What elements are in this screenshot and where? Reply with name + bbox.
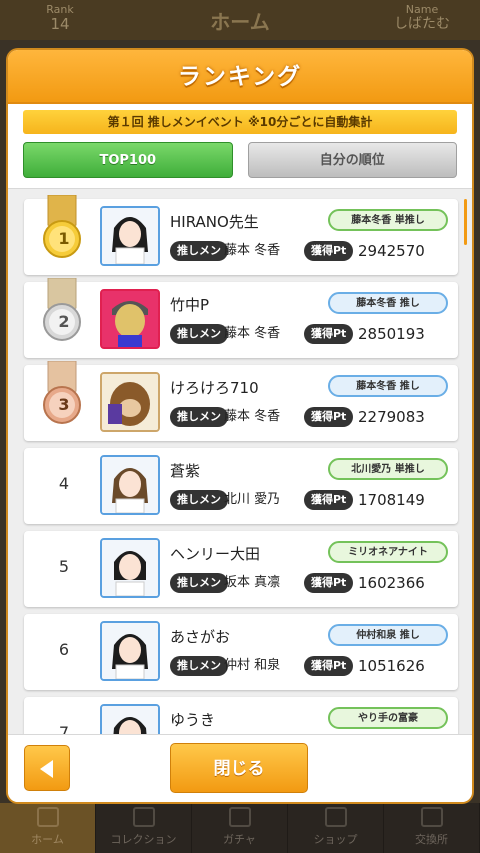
ranking-row[interactable]: 2 竹中P 藤本冬香 推し 推しメン 藤本 冬香 獲得Pt 2850193 xyxy=(24,278,458,358)
title-tag: 仲村和泉 推し xyxy=(328,624,448,646)
push-member: 藤本 冬香 xyxy=(224,326,281,341)
close-button[interactable]: 閉じる xyxy=(170,743,308,793)
title-tag: 北川愛乃 単推し xyxy=(328,458,448,480)
push-member: 仲村 和泉 xyxy=(224,658,281,673)
cart-icon xyxy=(324,807,347,827)
points-value: 1051626 xyxy=(358,657,425,675)
points-value: 2850193 xyxy=(358,325,425,343)
tab-my-rank[interactable]: 自分の順位 xyxy=(247,142,457,178)
player-name: HIRANO先生 xyxy=(170,213,259,231)
home-icon xyxy=(36,807,59,827)
player-name: あさがお xyxy=(170,628,231,646)
ranking-tabs: TOP100 自分の順位 xyxy=(23,142,457,178)
points-label: 獲得Pt xyxy=(304,241,354,261)
rank-number: 3 xyxy=(58,395,70,414)
player-name: ヘンリー大田 xyxy=(170,545,261,563)
event-banner: 第１回 推しメンイベント ※10分ごとに自動集計 xyxy=(23,110,457,134)
avatar xyxy=(100,621,160,681)
points-label: 獲得Pt xyxy=(304,656,354,676)
rank-number: 1 xyxy=(58,229,70,248)
ranking-row[interactable]: 6 あさがお 仲村和泉 推し 推しメン 仲村 和泉 獲得Pt 1051626 xyxy=(24,614,458,690)
nav-label: ガチャ xyxy=(223,833,256,846)
tab-top100[interactable]: TOP100 xyxy=(23,142,233,178)
rank-number: 4 xyxy=(58,474,70,493)
points-value: 2279083 xyxy=(358,408,425,426)
points-value: 2942570 xyxy=(358,242,425,260)
arrow-left-icon xyxy=(40,760,53,778)
ranking-row[interactable]: 5 ヘンリー大田 ミリオネアナイト 推しメン 坂本 真凛 獲得Pt 160236… xyxy=(24,531,458,607)
scrollbar[interactable] xyxy=(464,199,467,245)
ranking-list[interactable]: 1 HIRANO先生 藤本冬香 単推し 推しメン 藤本 冬香 獲得Pt 2942… xyxy=(8,188,472,734)
push-label: 推しメン xyxy=(170,324,228,344)
bottom-nav: ホーム コレクション ガチャ ショップ 交換所 xyxy=(0,803,480,853)
push-member: 北川 愛乃 xyxy=(224,492,281,507)
nav-collection[interactable]: コレクション xyxy=(96,803,192,853)
avatar xyxy=(100,455,160,515)
rank-number: 5 xyxy=(58,557,70,576)
title-tag: ミリオネアナイト xyxy=(328,541,448,563)
push-member: 坂本 真凛 xyxy=(224,575,281,590)
push-label: 推しメン xyxy=(170,490,228,510)
gacha-icon xyxy=(228,807,251,827)
avatar xyxy=(100,289,160,349)
exchange-icon xyxy=(420,807,443,827)
title-tag: 藤本冬香 単推し xyxy=(328,209,448,231)
nav-label: ショップ xyxy=(313,833,358,846)
avatar xyxy=(100,704,160,734)
push-label: 推しメン xyxy=(170,656,228,676)
title-tag: 藤本冬香 推し xyxy=(328,292,448,314)
name-display: Name しばたむ xyxy=(394,3,450,33)
rank-number: 7 xyxy=(58,723,70,734)
name-label: Name xyxy=(405,3,439,16)
nav-exchange[interactable]: 交換所 xyxy=(384,803,480,853)
collection-icon xyxy=(132,807,155,827)
points-label: 獲得Pt xyxy=(304,573,354,593)
push-member: 藤本 冬香 xyxy=(224,243,281,258)
rank-number: 6 xyxy=(58,640,70,659)
push-member: 藤本 冬香 xyxy=(224,409,281,424)
name-value: しばたむ xyxy=(394,16,450,32)
ranking-row[interactable]: 3 けろけろ710 藤本冬香 推し 推しメン 藤本 冬香 獲得Pt 227908… xyxy=(24,361,458,441)
modal-title: ランキング xyxy=(177,64,303,90)
back-button[interactable] xyxy=(24,745,70,791)
push-label: 推しメン xyxy=(170,573,228,593)
nav-home[interactable]: ホーム xyxy=(0,803,96,853)
nav-shop[interactable]: ショップ xyxy=(288,803,384,853)
ranking-row[interactable]: 1 HIRANO先生 藤本冬香 単推し 推しメン 藤本 冬香 獲得Pt 2942… xyxy=(24,195,458,275)
avatar xyxy=(100,206,160,266)
title-tag: やり手の富豪 xyxy=(328,707,448,729)
nav-label: ホーム xyxy=(31,833,64,846)
ranking-modal: ランキング 第１回 推しメンイベント ※10分ごとに自動集計 TOP100 自分… xyxy=(8,50,472,802)
background-header: Rank 14 ホーム Name しばたむ xyxy=(0,0,480,40)
points-label: 獲得Pt xyxy=(304,324,354,344)
nav-label: コレクション xyxy=(110,833,177,846)
ranking-row[interactable]: 7 ゆうき やり手の富豪 xyxy=(24,697,458,734)
modal-header: ランキング xyxy=(8,50,472,104)
points-value: 1708149 xyxy=(358,491,425,509)
title-tag: 藤本冬香 推し xyxy=(328,375,448,397)
points-value: 1602366 xyxy=(358,574,425,592)
player-name: けろけろ710 xyxy=(170,379,259,397)
player-name: 竹中P xyxy=(170,296,210,314)
points-label: 獲得Pt xyxy=(304,490,354,510)
ranking-row[interactable]: 4 蒼紫 北川愛乃 単推し 推しメン 北川 愛乃 獲得Pt 1708149 xyxy=(24,448,458,524)
points-label: 獲得Pt xyxy=(304,407,354,427)
player-name: 蒼紫 xyxy=(170,462,201,480)
push-label: 推しメン xyxy=(170,241,228,261)
player-name: ゆうき xyxy=(170,711,216,729)
modal-footer: 閉じる xyxy=(8,734,472,802)
push-label: 推しメン xyxy=(170,407,228,427)
nav-gacha[interactable]: ガチャ xyxy=(192,803,288,853)
nav-label: 交換所 xyxy=(415,833,448,846)
avatar xyxy=(100,372,160,432)
avatar xyxy=(100,538,160,598)
rank-number: 2 xyxy=(58,312,70,331)
